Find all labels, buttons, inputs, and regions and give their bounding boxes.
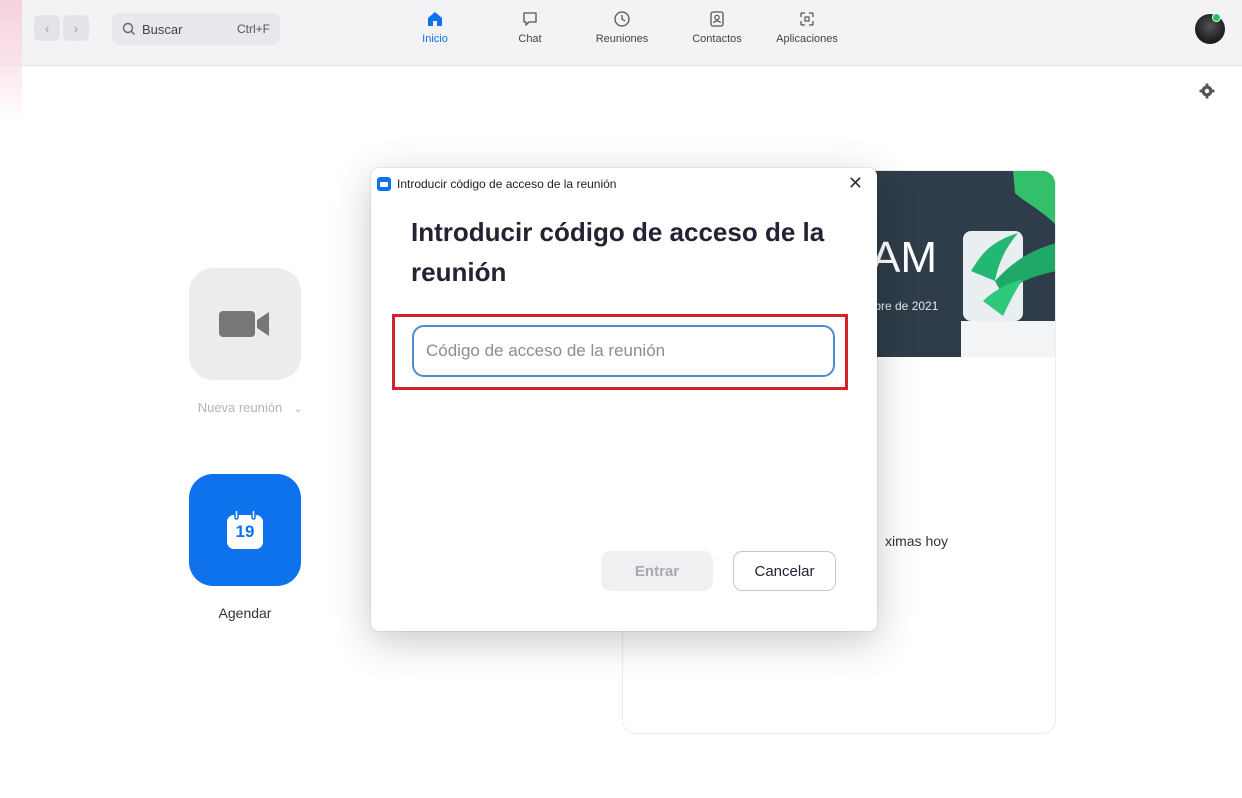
search-icon	[122, 22, 135, 35]
zoom-logo-icon	[377, 177, 391, 191]
corner-decoration	[0, 0, 22, 120]
home-icon	[428, 12, 442, 26]
video-camera-icon	[219, 311, 269, 337]
schedule-button[interactable]: 19	[189, 474, 301, 586]
join-button[interactable]: Entrar	[601, 551, 713, 591]
tab-reuniones[interactable]: Reuniones	[587, 10, 657, 45]
forward-button[interactable]: ›	[63, 15, 89, 41]
chevron-left-icon: ‹	[44, 20, 50, 36]
tab-aplicaciones-label: Aplicaciones	[776, 33, 838, 45]
card-time: AM	[871, 233, 937, 282]
new-meeting-label-row[interactable]: Nueva reunión ⌄	[170, 400, 330, 415]
passcode-input[interactable]	[412, 325, 835, 377]
search-label: Buscar	[142, 21, 183, 37]
tab-inicio[interactable]: Inicio	[420, 10, 450, 45]
tab-contactos[interactable]: Contactos	[682, 10, 752, 45]
calendar-day: 19	[235, 522, 255, 541]
back-button[interactable]: ‹	[34, 15, 60, 41]
dialog-heading: Introducir código de acceso de la reunió…	[411, 217, 825, 287]
tab-inicio-label: Inicio	[422, 33, 448, 45]
tab-reuniones-label: Reuniones	[595, 33, 649, 45]
upcoming-meetings-text: ximas hoy	[885, 533, 949, 549]
tab-chat-label: Chat	[518, 33, 542, 45]
chat-icon	[523, 12, 537, 26]
tab-contactos-label: Contactos	[692, 33, 742, 45]
cancel-button[interactable]: Cancelar	[733, 551, 836, 591]
card-date: ıbre de 2021	[871, 299, 939, 313]
chevron-down-icon[interactable]: ⌄	[294, 404, 302, 415]
apps-icon	[800, 12, 814, 26]
dialog-titlebar[interactable]: Introducir código de acceso de la reunió…	[371, 168, 877, 200]
tab-aplicaciones[interactable]: Aplicaciones	[765, 10, 849, 45]
search-shortcut: Ctrl+F	[237, 22, 270, 36]
close-icon[interactable]: ✕	[848, 174, 863, 192]
clock-icon	[614, 11, 630, 27]
top-bar: ‹ › Buscar Ctrl+F Inicio Chat Reuniones …	[0, 0, 1242, 120]
chevron-right-icon: ›	[73, 20, 79, 36]
new-meeting-button[interactable]	[189, 268, 301, 380]
new-meeting-label: Nueva reunión	[197, 400, 283, 415]
presence-status-dot	[1212, 13, 1221, 22]
enter-passcode-dialog: Introducir código de acceso de la reunió…	[371, 168, 877, 631]
schedule-label: Agendar	[218, 605, 272, 621]
tab-chat[interactable]: Chat	[510, 10, 550, 45]
gear-icon[interactable]	[1198, 82, 1216, 100]
search-box[interactable]: Buscar Ctrl+F	[112, 13, 280, 45]
dialog-window-title: Introducir código de acceso de la reunió…	[397, 177, 617, 191]
contacts-icon	[710, 11, 724, 27]
